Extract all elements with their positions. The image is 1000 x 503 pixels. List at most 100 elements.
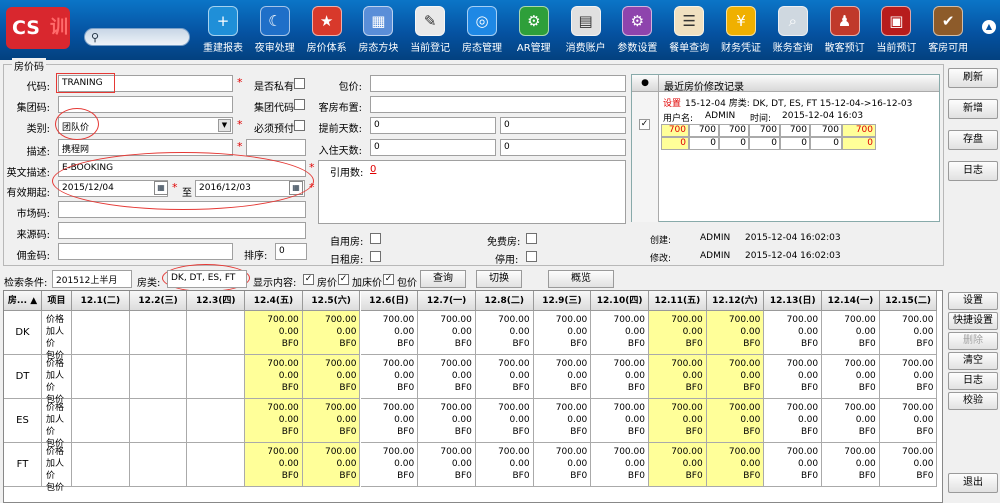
period-field[interactable]: 201512上半月 xyxy=(52,270,132,288)
column-header-date[interactable]: 12.13(日) xyxy=(764,291,823,311)
roomtype-field[interactable]: DK, DT, ES, FT xyxy=(167,270,247,288)
column-header-date[interactable]: 12.15(二) xyxy=(879,291,938,311)
query-button[interactable]: 查询 xyxy=(420,270,466,288)
advance-days-field-1[interactable]: 0 xyxy=(370,117,496,134)
rate-cell[interactable]: 700.00 0.00 BF0 xyxy=(302,443,361,487)
rate-cell[interactable]: 700.00 0.00 BF0 xyxy=(533,443,592,487)
column-header-date[interactable]: 12.2(三) xyxy=(129,291,188,311)
rate-cell[interactable]: 700.00 0.00 BF0 xyxy=(302,311,361,355)
rate-cell[interactable] xyxy=(187,443,246,487)
rate-cell[interactable]: 700.00 0.00 BF0 xyxy=(360,355,419,399)
rate-cell[interactable]: 700.00 0.00 BF0 xyxy=(360,311,419,355)
room-type-cell[interactable]: DT xyxy=(4,355,42,399)
ref-count-link[interactable]: 0 xyxy=(370,164,376,175)
source-code-field[interactable] xyxy=(58,222,306,239)
scroll-up-icon[interactable]: ▲ xyxy=(982,20,996,34)
sort-field[interactable]: 0 xyxy=(275,243,307,260)
add-button[interactable]: 新增 xyxy=(948,99,998,119)
room-type-cell[interactable]: FT xyxy=(4,443,42,487)
column-header-date[interactable]: 12.1(二) xyxy=(72,291,130,311)
show-package-checkbox[interactable]: ✓ xyxy=(383,274,394,285)
column-header-date[interactable]: 12.7(一) xyxy=(418,291,476,311)
rate-cell[interactable]: 700.00 0.00 BF0 xyxy=(706,355,765,399)
group-code-checkbox[interactable] xyxy=(294,99,305,110)
grid-action-button[interactable]: 删除 xyxy=(948,332,998,350)
column-header-date[interactable]: 12.8(二) xyxy=(475,291,534,311)
refresh-button[interactable]: 刷新 xyxy=(948,68,998,88)
rate-cell[interactable]: 700.00 0.00 BF0 xyxy=(475,311,534,355)
rate-cell[interactable]: 700.00 0.00 BF0 xyxy=(302,399,361,443)
column-header-date[interactable]: 12.9(三) xyxy=(533,291,592,311)
rate-cell[interactable]: 700.00 0.00 BF0 xyxy=(475,443,534,487)
rate-cell[interactable]: 700.00 0.00 BF0 xyxy=(245,399,303,443)
room-layout-field[interactable] xyxy=(370,96,626,113)
rate-cell[interactable]: 700.00 0.00 BF0 xyxy=(649,311,707,355)
rate-cell[interactable]: 700.00 0.00 BF0 xyxy=(533,311,592,355)
rate-cell[interactable]: 700.00 0.00 BF0 xyxy=(649,443,707,487)
rate-cell[interactable]: 700.00 0.00 BF0 xyxy=(418,311,476,355)
column-header-item[interactable]: 项目 xyxy=(42,291,72,311)
column-header-date[interactable]: 12.3(四) xyxy=(187,291,246,311)
exit-button[interactable]: 退出 xyxy=(948,473,998,493)
package-field[interactable] xyxy=(370,75,626,92)
rate-cell[interactable]: 700.00 0.00 BF0 xyxy=(764,355,823,399)
rate-cell[interactable]: 700.00 0.00 BF0 xyxy=(764,311,823,355)
rate-cell[interactable]: 700.00 0.00 BF0 xyxy=(245,355,303,399)
rate-cell[interactable] xyxy=(72,355,130,399)
stay-days-field-2[interactable]: 0 xyxy=(500,139,626,156)
show-extra-checkbox[interactable]: ✓ xyxy=(338,274,349,285)
rate-cell[interactable]: 700.00 0.00 BF0 xyxy=(822,399,880,443)
column-header-date[interactable]: 12.6(日) xyxy=(360,291,419,311)
rate-cell[interactable] xyxy=(187,355,246,399)
rate-cell[interactable] xyxy=(72,443,130,487)
private-checkbox[interactable] xyxy=(294,78,305,89)
record-checkbox[interactable]: ✓ xyxy=(639,119,650,130)
column-header-date[interactable]: 12.14(一) xyxy=(822,291,880,311)
column-header-date[interactable]: 12.5(六) xyxy=(302,291,361,311)
rate-cell[interactable]: 700.00 0.00 BF0 xyxy=(591,399,649,443)
rate-cell[interactable]: 700.00 0.00 BF0 xyxy=(418,399,476,443)
grid-action-button[interactable]: 快捷设置 xyxy=(948,312,998,330)
column-header-date[interactable]: 12.10(四) xyxy=(591,291,649,311)
toolbar-button-available-room[interactable]: ✔ 客房可用 xyxy=(923,6,973,58)
rate-cell[interactable]: 700.00 0.00 BF0 xyxy=(475,355,534,399)
column-header-date[interactable]: 12.4(五) xyxy=(245,291,303,311)
grid-action-button[interactable]: 设置 xyxy=(948,292,998,310)
show-price-checkbox[interactable]: ✓ xyxy=(303,274,314,285)
must-prepay-checkbox[interactable] xyxy=(294,120,305,131)
rate-cell[interactable]: 700.00 0.00 BF0 xyxy=(360,443,419,487)
disabled-checkbox[interactable] xyxy=(526,251,537,262)
search-input[interactable]: ⚲ xyxy=(84,28,190,46)
save-button[interactable]: 存盘 xyxy=(948,130,998,150)
rate-cell[interactable]: 700.00 0.00 BF0 xyxy=(591,443,649,487)
rate-cell[interactable]: 700.00 0.00 BF0 xyxy=(822,443,880,487)
rate-cell[interactable]: 700.00 0.00 BF0 xyxy=(706,311,765,355)
rate-cell[interactable] xyxy=(187,399,246,443)
rate-cell[interactable]: 700.00 0.00 BF0 xyxy=(879,443,938,487)
rate-cell[interactable]: 700.00 0.00 BF0 xyxy=(302,355,361,399)
rate-cell[interactable]: 700.00 0.00 BF0 xyxy=(879,399,938,443)
rate-cell[interactable]: 700.00 0.00 BF0 xyxy=(649,355,707,399)
rate-cell[interactable] xyxy=(72,311,130,355)
log-button[interactable]: 日志 xyxy=(948,161,998,181)
advance-days-field-2[interactable]: 0 xyxy=(500,117,626,134)
room-type-cell[interactable]: ES xyxy=(4,399,42,443)
rate-cell[interactable]: 700.00 0.00 BF0 xyxy=(706,399,765,443)
rate-cell[interactable]: 700.00 0.00 BF0 xyxy=(879,355,938,399)
rate-cell[interactable]: 700.00 0.00 BF0 xyxy=(764,399,823,443)
column-header-date[interactable]: 12.12(六) xyxy=(706,291,765,311)
switch-button[interactable]: 切换 xyxy=(476,270,522,288)
rate-cell[interactable] xyxy=(187,311,246,355)
rate-cell[interactable]: 700.00 0.00 BF0 xyxy=(533,399,592,443)
rate-cell[interactable]: 700.00 0.00 BF0 xyxy=(418,355,476,399)
overview-button[interactable]: 概览 xyxy=(548,270,614,288)
rate-cell[interactable]: 700.00 0.00 BF0 xyxy=(591,355,649,399)
rate-cell[interactable]: 700.00 0.00 BF0 xyxy=(533,355,592,399)
rate-cell[interactable] xyxy=(129,355,188,399)
rate-cell[interactable]: 700.00 0.00 BF0 xyxy=(245,311,303,355)
rate-cell[interactable]: 700.00 0.00 BF0 xyxy=(591,311,649,355)
grid-action-button[interactable]: 日志 xyxy=(948,372,998,390)
free-room-checkbox[interactable] xyxy=(526,233,537,244)
room-type-cell[interactable]: DK xyxy=(4,311,42,355)
rate-cell[interactable] xyxy=(129,311,188,355)
